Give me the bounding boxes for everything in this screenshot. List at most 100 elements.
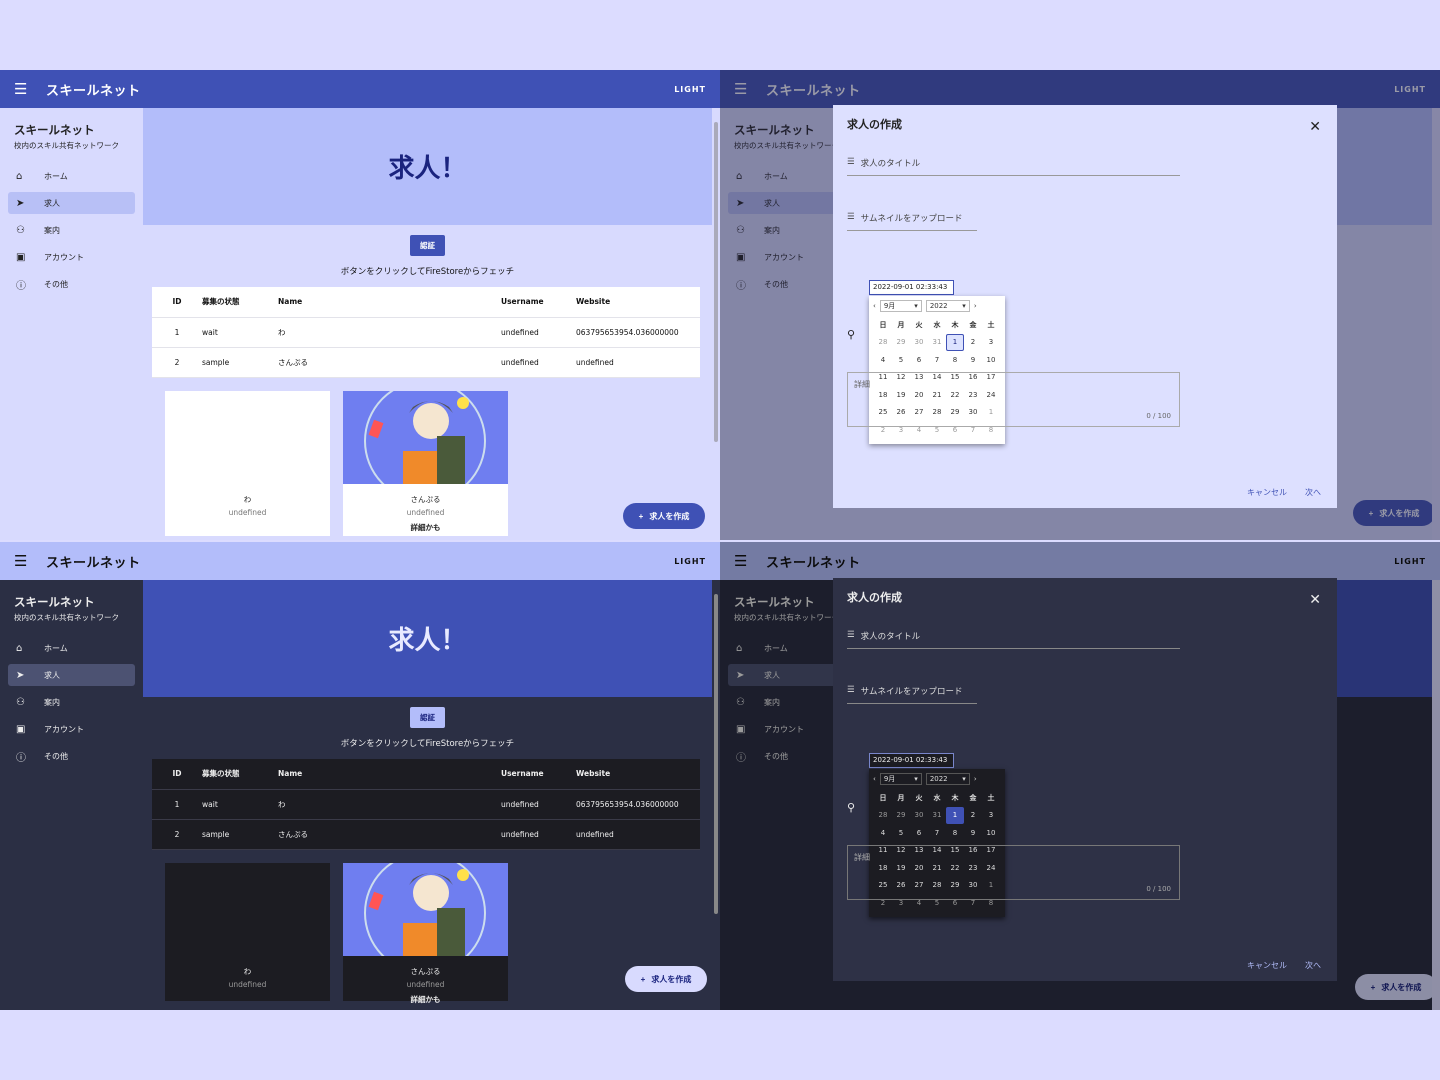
scrollbar[interactable]	[712, 580, 720, 1010]
scrollbar-thumb[interactable]	[714, 122, 718, 442]
job-card[interactable]: さんぷる undefined 詳細かも	[343, 862, 508, 1004]
card-more-link[interactable]: 詳細かも	[343, 522, 508, 533]
close-icon[interactable]: ✕	[1309, 592, 1321, 608]
create-job-button[interactable]: + 求人を作成	[625, 966, 707, 992]
calendar-day[interactable]: 1	[946, 333, 964, 351]
sidebar-item-guide[interactable]: ⚇ 案内	[8, 219, 135, 241]
details-textarea[interactable]: 詳細 0 / 100	[847, 845, 1180, 900]
calendar-day[interactable]: 31	[928, 334, 946, 352]
scrollbar[interactable]	[712, 108, 720, 540]
sidebar-item-jobs[interactable]: ➤ 求人	[8, 192, 135, 214]
scrollbar-thumb[interactable]	[714, 594, 718, 914]
table-cell: sample	[202, 829, 230, 839]
info-icon: ⓘ	[16, 280, 26, 292]
next-button[interactable]: 次へ	[1305, 487, 1321, 498]
menu-icon[interactable]: ☰	[14, 80, 36, 98]
light-theme-dialog-view: ☰ スキールネット LIGHT スキールネット 校内のスキル共有ネットワーク ⌂…	[720, 70, 1440, 540]
calendar-day[interactable]: 4	[874, 824, 892, 842]
table-row[interactable]: 2 sample さんぷる undefined undefined	[152, 819, 700, 849]
calendar-day[interactable]: 2	[964, 807, 982, 825]
sidebar-item-account[interactable]: ▣ アカウント	[8, 246, 135, 268]
rocket-icon: ➤	[16, 197, 25, 209]
next-button[interactable]: 次へ	[1305, 960, 1321, 971]
calendar-day[interactable]: 7	[928, 824, 946, 842]
calendar-day[interactable]: 5	[892, 824, 910, 842]
auth-button[interactable]: 認証	[410, 235, 445, 256]
table-row[interactable]: 1 wait わ undefined 063795653954.03600000…	[152, 789, 700, 819]
calendar-day[interactable]: 8	[946, 824, 964, 842]
cancel-button[interactable]: キャンセル	[1247, 487, 1287, 498]
close-icon[interactable]: ✕	[1309, 119, 1321, 135]
calendar-day[interactable]: 10	[982, 351, 1000, 369]
calendar-day[interactable]: 2	[964, 334, 982, 352]
datetime-input[interactable]: 2022-09-01 02:33:43	[869, 753, 954, 768]
card-more-link[interactable]: 詳細かも	[343, 994, 508, 1005]
calendar-day[interactable]: 30	[910, 334, 928, 352]
calendar-day[interactable]: 4	[874, 351, 892, 369]
datetime-input[interactable]: 2022-09-01 02:33:43	[869, 280, 954, 295]
weekday-label: 日	[879, 793, 887, 802]
calendar-day[interactable]: 29	[892, 334, 910, 352]
sidebar-item-home[interactable]: ⌂ ホーム	[8, 165, 135, 187]
calendar-day[interactable]: 6	[910, 351, 928, 369]
calendar-day[interactable]: 31	[928, 807, 946, 825]
auth-button[interactable]: 認証	[410, 707, 445, 728]
calendar-day[interactable]: 6	[910, 824, 928, 842]
chevron-right-icon[interactable]: ›	[974, 302, 977, 310]
calendar-day[interactable]: 3	[982, 807, 1000, 825]
sidebar-item-home[interactable]: ⌂ ホーム	[8, 637, 135, 659]
table-row[interactable]: 2 sample さんぷる undefined undefined	[152, 347, 700, 377]
column-header: ID	[172, 297, 182, 307]
calendar-day[interactable]: 5	[892, 351, 910, 369]
plus-icon: +	[640, 974, 646, 984]
calendar-day[interactable]: 7	[928, 351, 946, 369]
sidebar-item-guide[interactable]: ⚇ 案内	[8, 691, 135, 713]
sidebar-item-jobs[interactable]: ➤ 求人	[8, 664, 135, 686]
thumbnail-upload-field[interactable]: ☰ サムネイルをアップロード	[847, 685, 977, 704]
chevron-right-icon[interactable]: ›	[974, 775, 977, 783]
create-job-button[interactable]: + 求人を作成	[623, 503, 705, 529]
details-placeholder: 詳細	[854, 380, 870, 389]
calendar-day[interactable]: 28	[874, 334, 892, 352]
table-row[interactable]: 1 wait わ undefined 063795653954.03600000…	[152, 317, 700, 347]
job-card[interactable]: わ undefined	[165, 862, 330, 1001]
month-select[interactable]: 9月 ▾	[879, 773, 922, 785]
home-icon: ⌂	[16, 642, 23, 654]
thumbnail-upload-field[interactable]: ☰ サムネイルをアップロード	[847, 212, 977, 231]
chevron-left-icon[interactable]: ‹	[873, 775, 876, 783]
table-cell: 2	[174, 357, 180, 367]
calendar-day[interactable]: 28	[874, 807, 892, 825]
job-title-field[interactable]: ☰ 求人のタイトル	[847, 630, 1180, 649]
plus-icon: +	[638, 511, 644, 521]
sidebar-item-account[interactable]: ▣ アカウント	[8, 718, 135, 740]
year-select[interactable]: 2022 ▾	[925, 773, 970, 785]
calendar-day[interactable]: 1	[946, 806, 964, 824]
job-card[interactable]: さんぷる undefined 詳細かも	[343, 390, 508, 536]
column-header: Website	[576, 297, 611, 307]
calendar-day[interactable]: 8	[946, 351, 964, 369]
details-textarea[interactable]: 詳細 0 / 100	[847, 372, 1180, 427]
job-title-field[interactable]: ☰ 求人のタイトル	[847, 157, 1180, 176]
calendar-day[interactable]: 9	[964, 824, 982, 842]
side-drawer: スキールネット 校内のスキル共有ネットワーク ⌂ ホーム ➤ 求人 ⚇ 案内 ▣ アカウ…	[0, 108, 143, 540]
month-select[interactable]: 9月 ▾	[879, 300, 922, 312]
table-cell: 063795653954.036000000	[576, 799, 679, 809]
sidebar-item-other[interactable]: ⓘ その他	[8, 745, 135, 767]
calendar-day[interactable]: 3	[982, 334, 1000, 352]
theme-toggle-button[interactable]: LIGHT	[674, 85, 706, 94]
calendar-day[interactable]: 9	[964, 351, 982, 369]
calendar-day[interactable]: 29	[892, 807, 910, 825]
chevron-left-icon[interactable]: ‹	[873, 302, 876, 310]
character-illustration-icon	[364, 390, 486, 484]
create-job-label: 求人を作成	[649, 511, 690, 521]
year-select[interactable]: 2022 ▾	[925, 300, 970, 312]
card-thumbnail-image	[343, 862, 508, 956]
calendar-day[interactable]: 10	[982, 824, 1000, 842]
chevron-down-icon: ▾	[962, 302, 966, 310]
job-card[interactable]: わ undefined	[165, 390, 330, 536]
menu-icon[interactable]: ☰	[14, 552, 36, 570]
sidebar-item-other[interactable]: ⓘ その他	[8, 273, 135, 295]
cancel-button[interactable]: キャンセル	[1247, 960, 1287, 971]
theme-toggle-button[interactable]: LIGHT	[674, 557, 706, 566]
calendar-day[interactable]: 30	[910, 807, 928, 825]
